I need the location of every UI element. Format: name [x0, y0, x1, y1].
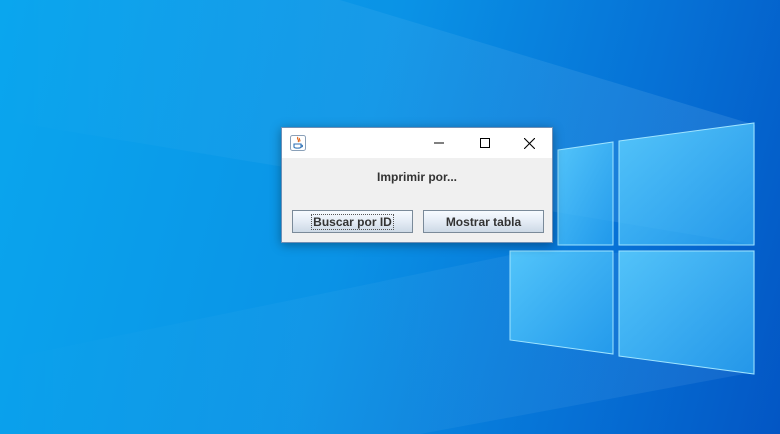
search-by-id-label: Buscar por ID	[311, 213, 394, 230]
title-bar[interactable]	[282, 128, 552, 158]
desktop: Imprimir por... Buscar por ID Mostrar ta…	[0, 0, 780, 434]
show-table-label: Mostrar tabla	[445, 214, 522, 229]
close-button[interactable]	[507, 128, 552, 158]
search-by-id-button[interactable]: Buscar por ID	[292, 210, 413, 233]
logo-pane-bottom-left	[509, 250, 614, 355]
dialog-window: Imprimir por... Buscar por ID Mostrar ta…	[281, 127, 553, 243]
logo-pane-top-left	[557, 141, 614, 246]
close-icon	[524, 137, 535, 149]
maximize-button[interactable]	[462, 128, 507, 158]
java-icon	[290, 135, 306, 151]
prompt-label: Imprimir por...	[376, 170, 457, 184]
minimize-icon	[433, 142, 444, 144]
logo-pane-top-right	[618, 122, 755, 246]
show-table-button[interactable]: Mostrar tabla	[423, 210, 544, 233]
minimize-button[interactable]	[416, 128, 461, 158]
logo-pane-bottom-right	[618, 250, 755, 375]
maximize-icon	[479, 138, 490, 148]
